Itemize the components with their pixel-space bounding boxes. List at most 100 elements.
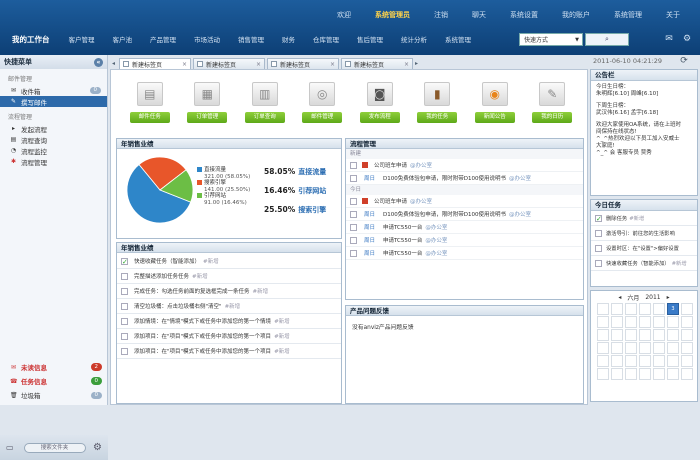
logout-link[interactable]: 注销 (422, 10, 460, 20)
tab[interactable]: 新建标签页 × (193, 58, 265, 69)
calendar-cell[interactable] (597, 355, 609, 367)
task-row[interactable]: 完成任务：勾选任务前面的复选框完成一条任务 #新增 (117, 284, 341, 299)
gear-icon[interactable]: ⚙ (681, 34, 693, 45)
tab[interactable]: 新建标签页 × (267, 58, 339, 69)
nav-home[interactable]: 我的工作台 (0, 33, 60, 47)
close-icon[interactable]: × (182, 61, 187, 68)
search-mode-select[interactable]: 快速方式 ▼ (519, 33, 583, 46)
checkbox[interactable] (350, 236, 357, 244)
sidebar-item-unread[interactable]: ✉ 未读信息 2 (0, 360, 108, 374)
tab[interactable]: 新建标签页 × (119, 58, 191, 69)
calendar-cell[interactable] (625, 303, 637, 315)
nav-item[interactable]: 客户管理 (60, 33, 104, 47)
calendar-cell[interactable] (611, 342, 623, 354)
quick-action-button[interactable]: 我的日历 (532, 112, 573, 123)
account-link[interactable]: 我的账户 (550, 10, 602, 20)
calendar-cell[interactable] (667, 342, 679, 354)
about-link[interactable]: 关于 (654, 10, 692, 20)
refresh-icon[interactable]: ⟳ (678, 55, 690, 67)
calendar-cell[interactable] (667, 368, 679, 380)
calendar-cell[interactable] (639, 342, 651, 354)
calendar-cell[interactable] (639, 303, 651, 315)
gear-icon[interactable]: ⚙ (93, 442, 102, 453)
calendar-cell[interactable] (653, 342, 665, 354)
flow-row[interactable]: 周日 D100免费体验包申请，限时附带D100使用说明书 @办公室 (346, 172, 583, 185)
calendar-cell[interactable] (681, 368, 693, 380)
calendar-cell[interactable] (653, 303, 665, 315)
checkbox[interactable] (350, 210, 357, 218)
flow-row[interactable]: 周日 申请TC550一台 @办公室 (346, 221, 583, 234)
folder-search-input[interactable]: 搜索文件夹 (23, 442, 86, 453)
close-icon[interactable]: × (256, 61, 261, 68)
sidebar-item-tasks[interactable]: ☎ 任务信息 0 (0, 374, 108, 388)
quick-action-button[interactable]: 邮件管理 (302, 112, 343, 123)
calendar-cell[interactable] (667, 355, 679, 367)
calendar-cell[interactable] (653, 329, 665, 341)
sidebar-item-flow-manage[interactable]: ✱ 流程管理 (0, 156, 107, 167)
checkbox-checked[interactable]: ✓ (595, 214, 602, 222)
settings-link[interactable]: 系统设置 (498, 10, 550, 20)
quick-action-button[interactable]: 订单管理 (187, 112, 228, 123)
calendar-cell[interactable] (681, 355, 693, 367)
calendar-cell[interactable] (653, 355, 665, 367)
sidebar-item-flow-monitor[interactable]: ◔ 流程监控 (0, 145, 107, 156)
today-task[interactable]: 设置时区：在"设置">偏好设置 (591, 241, 697, 256)
checkbox[interactable] (595, 229, 602, 237)
tab[interactable]: 新建标签页 × (341, 58, 413, 69)
task-row[interactable]: ✓ 快速收藏任务（智能添加） #新增 (117, 254, 341, 269)
nav-item[interactable]: 统计分析 (392, 33, 436, 47)
checkbox-checked[interactable]: ✓ (121, 257, 128, 265)
calendar-cell[interactable] (625, 316, 637, 328)
checkbox[interactable] (121, 347, 128, 355)
nav-item[interactable]: 销售管理 (229, 33, 273, 47)
nav-item[interactable]: 售后管理 (348, 33, 392, 47)
calendar-cell[interactable] (611, 355, 623, 367)
quick-action-button[interactable]: 订单查询 (244, 112, 285, 123)
sidebar-item-flow-query[interactable]: ▤ 流程查询 (0, 134, 107, 145)
calendar-cell[interactable] (639, 316, 651, 328)
flow-row[interactable]: 公司班车申请 @办公室 (346, 195, 583, 208)
calendar-cell[interactable] (667, 316, 679, 328)
chat-bubble-icon[interactable]: ✉ (663, 34, 675, 45)
search-button[interactable]: ⌕ (585, 33, 629, 46)
calendar-cell[interactable] (611, 316, 623, 328)
close-icon[interactable]: × (330, 61, 335, 68)
nav-item[interactable]: 仓库管理 (304, 33, 348, 47)
today-task[interactable]: ✓ 删除任务 #新增 (591, 211, 697, 226)
calendar-cell[interactable] (625, 355, 637, 367)
checkbox[interactable] (121, 332, 128, 340)
checkbox[interactable] (350, 161, 357, 169)
calendar-cell[interactable] (597, 329, 609, 341)
flow-row[interactable]: 周日 D100免费体验包申请，限时附带D100使用说明书 @办公室 (346, 208, 583, 221)
calendar-cell[interactable] (681, 316, 693, 328)
calendar-cell[interactable] (681, 303, 693, 315)
close-icon[interactable]: × (404, 61, 409, 68)
task-row[interactable]: 清空垃圾桶：点击垃圾桶右侧"清空" #新增 (117, 299, 341, 314)
quick-action-button[interactable]: 发布流程 (359, 112, 400, 123)
calendar-cell[interactable] (653, 316, 665, 328)
quick-action-button[interactable]: 新闻公告 (474, 112, 515, 123)
nav-item[interactable]: 系统管理 (436, 33, 480, 47)
checkbox[interactable] (350, 197, 357, 205)
calendar-cell-selected[interactable]: 3 (667, 303, 679, 315)
calendar-cell[interactable] (625, 368, 637, 380)
calendar-cell[interactable] (681, 342, 693, 354)
calendar-cell[interactable] (639, 368, 651, 380)
calendar-cell[interactable] (597, 303, 609, 315)
collapse-icon[interactable]: « (94, 57, 103, 67)
tab-scroll-left-icon[interactable]: ◂ (110, 58, 117, 69)
calendar-cell[interactable] (597, 368, 609, 380)
nav-item[interactable]: 客户池 (104, 33, 142, 47)
tab-scroll-right-icon[interactable]: ▸ (413, 58, 420, 69)
calendar-cell[interactable] (611, 368, 623, 380)
checkbox[interactable] (595, 259, 602, 267)
checkbox[interactable] (350, 174, 357, 182)
calendar-cell[interactable] (597, 316, 609, 328)
checkbox[interactable] (350, 249, 357, 257)
calendar-cell[interactable] (611, 329, 623, 341)
checkbox[interactable] (121, 302, 128, 310)
checkbox[interactable] (121, 317, 128, 325)
checkbox[interactable] (595, 244, 602, 252)
checkbox[interactable] (121, 272, 128, 280)
nav-item[interactable]: 产品管理 (141, 33, 185, 47)
